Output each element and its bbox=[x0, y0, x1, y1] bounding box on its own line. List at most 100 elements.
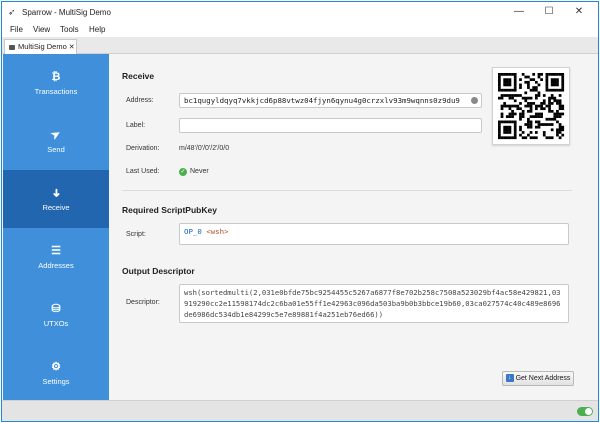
copy-icon[interactable] bbox=[471, 97, 478, 104]
qr-module bbox=[519, 102, 522, 105]
qr-module bbox=[561, 125, 565, 129]
sidebar-item-transactions[interactable]: ₿ Transactions bbox=[3, 54, 109, 112]
menu-help[interactable]: Help bbox=[89, 25, 105, 34]
qr-module bbox=[537, 120, 541, 124]
qr-module bbox=[505, 104, 509, 108]
qr-module bbox=[529, 125, 533, 129]
qr-module bbox=[527, 86, 530, 89]
qr-module bbox=[529, 131, 533, 134]
menu-tools[interactable]: Tools bbox=[60, 25, 79, 34]
qr-module bbox=[529, 107, 533, 111]
qr-module bbox=[500, 96, 504, 100]
wallet-tab[interactable]: MultiSig Demo ✕ bbox=[4, 39, 77, 54]
qr-module bbox=[508, 128, 512, 132]
qr-module bbox=[534, 86, 538, 89]
address-qr-code[interactable] bbox=[492, 67, 570, 145]
qr-module bbox=[513, 104, 517, 108]
sidebar-item-label: Receive bbox=[42, 203, 70, 212]
qr-module bbox=[508, 94, 512, 97]
qr-module bbox=[553, 83, 557, 87]
qr-module bbox=[511, 115, 514, 118]
qr-module bbox=[550, 88, 554, 92]
descriptor-title: Output Descriptor bbox=[122, 266, 195, 276]
qr-module bbox=[498, 96, 501, 100]
sidebar-item-settings[interactable]: ⚙ Settings bbox=[3, 344, 109, 402]
descriptor-field[interactable]: wsh(sortedmulti(2,031e0bfde75bc9254455c5… bbox=[179, 284, 569, 323]
qr-module bbox=[558, 102, 562, 105]
qr-module bbox=[558, 136, 562, 140]
online-toggle[interactable] bbox=[577, 407, 593, 416]
get-next-address-button[interactable]: ↓ Get Next Address bbox=[502, 371, 574, 386]
qr-module bbox=[498, 128, 501, 132]
qr-module bbox=[521, 115, 525, 118]
qr-module bbox=[534, 107, 538, 111]
qr-module bbox=[529, 102, 533, 105]
qr-module bbox=[558, 88, 562, 92]
close-button[interactable]: ✕ bbox=[564, 2, 594, 22]
qr-module bbox=[505, 125, 509, 129]
qr-module bbox=[498, 73, 501, 76]
status-bar bbox=[2, 400, 598, 421]
maximize-button[interactable]: ☐ bbox=[534, 2, 564, 22]
qr-module bbox=[498, 75, 501, 79]
qr-module bbox=[508, 96, 512, 100]
minimize-button[interactable]: — bbox=[504, 2, 534, 22]
qr-module bbox=[561, 128, 565, 132]
label-label: Label: bbox=[126, 122, 146, 129]
qr-module bbox=[548, 104, 551, 108]
qr-module bbox=[519, 133, 522, 137]
address-field[interactable]: bc1qugyldqyq7vkkjcd6p88vtwz04fjyn6qynu4g… bbox=[179, 93, 482, 108]
script-field[interactable]: OP_0 <wsh> bbox=[179, 223, 569, 245]
qr-module bbox=[529, 88, 533, 92]
sidebar-item-addresses[interactable]: ☰ Addresses bbox=[3, 228, 109, 286]
qr-module bbox=[498, 131, 501, 134]
sidebar-item-utxos[interactable]: ⛁ UTXOs bbox=[3, 286, 109, 344]
qr-module bbox=[513, 75, 517, 79]
qr-module bbox=[553, 99, 557, 103]
qr-module bbox=[513, 99, 517, 103]
qr-module bbox=[521, 109, 525, 113]
qr-module bbox=[505, 131, 509, 134]
menu-file[interactable]: File bbox=[10, 25, 23, 34]
label-input[interactable] bbox=[179, 118, 482, 133]
qr-module bbox=[550, 80, 554, 84]
qr-module bbox=[561, 80, 565, 84]
qr-module bbox=[500, 120, 504, 124]
qr-module bbox=[513, 120, 517, 124]
qr-module bbox=[505, 88, 509, 92]
sidebar-item-receive[interactable]: ➜ Receive bbox=[3, 170, 109, 228]
qr-module bbox=[511, 73, 514, 76]
qr-module bbox=[542, 102, 546, 105]
qr-module bbox=[503, 94, 507, 97]
qr-module bbox=[521, 112, 525, 116]
qr-module bbox=[505, 83, 509, 87]
qr-module bbox=[524, 104, 528, 108]
qr-module bbox=[513, 83, 517, 87]
qr-module bbox=[553, 96, 557, 100]
qr-module bbox=[503, 128, 507, 132]
menu-view[interactable]: View bbox=[33, 25, 50, 34]
qr-module bbox=[521, 136, 525, 140]
qr-module bbox=[529, 123, 533, 126]
qr-module bbox=[500, 107, 504, 111]
qr-module bbox=[558, 112, 562, 116]
tab-close-icon[interactable]: ✕ bbox=[69, 44, 75, 51]
qr-module bbox=[558, 99, 562, 103]
qr-module bbox=[534, 112, 538, 116]
qr-module bbox=[556, 102, 559, 105]
qr-module bbox=[508, 83, 512, 87]
qr-module bbox=[527, 133, 530, 137]
qr-module bbox=[558, 128, 562, 132]
qr-module bbox=[529, 136, 533, 140]
toggle-knob bbox=[585, 408, 592, 415]
qr-module bbox=[508, 107, 512, 111]
qr-module bbox=[548, 109, 551, 113]
qr-module bbox=[561, 73, 565, 76]
qr-module bbox=[545, 86, 549, 89]
qr-module bbox=[548, 102, 551, 105]
qr-module bbox=[511, 112, 514, 116]
qr-module bbox=[540, 104, 543, 108]
title-bar: ➶ Sparrow - MultiSig Demo — ☐ ✕ bbox=[2, 2, 598, 24]
qr-module bbox=[548, 107, 551, 111]
qr-module bbox=[505, 94, 509, 97]
